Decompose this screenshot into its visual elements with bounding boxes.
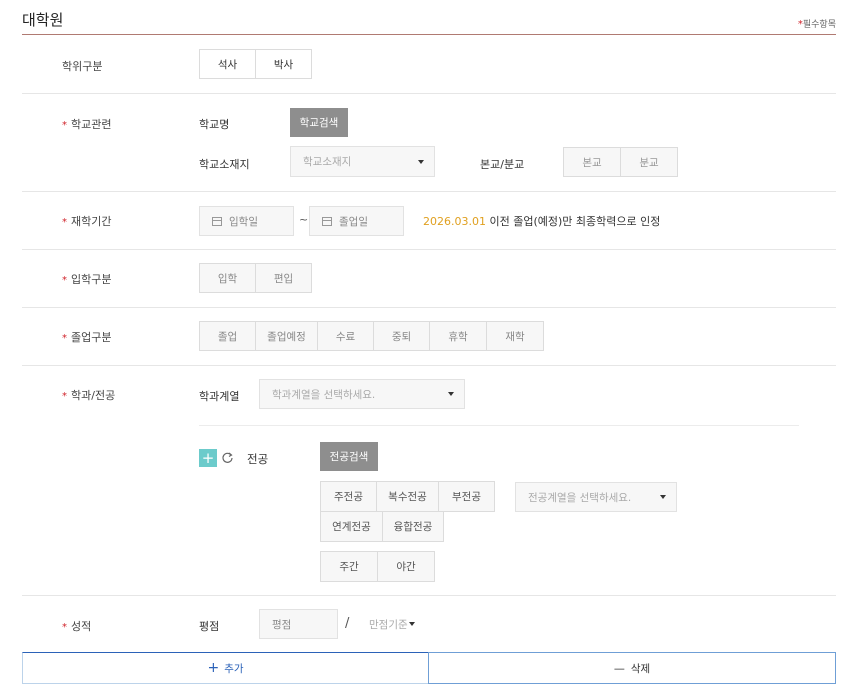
required-star: * bbox=[62, 333, 67, 344]
gpa-slash: / bbox=[345, 616, 350, 631]
school-label: * 학교관련 bbox=[62, 116, 111, 132]
chevron-down-icon bbox=[660, 495, 666, 499]
major-double-button[interactable]: 복수전공 bbox=[376, 481, 439, 512]
graduation-dropout-button[interactable]: 중퇴 bbox=[373, 321, 430, 351]
campus-main-button[interactable]: 본교 bbox=[563, 147, 621, 177]
period-note-date: 2026.03.01 bbox=[423, 215, 486, 228]
major-label-text: 학과/전공 bbox=[71, 389, 116, 402]
gpa-label: 평점 bbox=[199, 620, 220, 633]
start-date-input[interactable]: 입학일 bbox=[199, 206, 294, 236]
chevron-down-icon bbox=[448, 392, 454, 396]
major-field-label: 전공 bbox=[247, 452, 269, 466]
graduation-completed-button[interactable]: 수료 bbox=[317, 321, 374, 351]
major-category-select[interactable]: 전공계열을 선택하세요. bbox=[515, 482, 677, 512]
add-button[interactable]: + 추가 bbox=[22, 652, 429, 684]
required-star: * bbox=[62, 120, 67, 131]
grade-label: * 성적 bbox=[62, 618, 91, 634]
chevron-down-icon bbox=[409, 622, 415, 626]
start-date-placeholder: 입학일 bbox=[229, 215, 258, 228]
required-star: * bbox=[62, 275, 67, 286]
graduation-label-text: 졸업구분 bbox=[71, 331, 112, 344]
calendar-icon bbox=[322, 216, 332, 226]
campus-label: 본교/분교 bbox=[480, 158, 525, 171]
school-location-select[interactable]: 학교소재지 bbox=[290, 146, 435, 177]
add-button-label: 추가 bbox=[224, 662, 244, 675]
gpa-input[interactable]: 평점 bbox=[259, 609, 338, 639]
gpa-scale-select[interactable]: 만점기준 bbox=[359, 609, 424, 639]
grade-label-text: 성적 bbox=[71, 620, 92, 633]
period-label: * 재학기간 bbox=[62, 213, 111, 229]
major-search-button[interactable]: 전공검색 bbox=[320, 442, 378, 471]
row-divider bbox=[22, 191, 836, 192]
row-divider bbox=[22, 595, 836, 596]
required-star: * bbox=[62, 622, 67, 633]
required-note-label: 필수항목 bbox=[802, 20, 836, 30]
daytime-button[interactable]: 주간 bbox=[320, 551, 378, 582]
admission-transfer-button[interactable]: 편입 bbox=[255, 263, 312, 293]
title-divider bbox=[22, 34, 836, 35]
delete-button-label: 삭제 bbox=[630, 662, 651, 675]
row-divider bbox=[22, 249, 836, 250]
admission-label: * 입학구분 bbox=[62, 271, 111, 287]
campus-branch-button[interactable]: 분교 bbox=[620, 147, 678, 177]
minus-icon: — bbox=[613, 661, 625, 675]
row-divider bbox=[22, 307, 836, 308]
school-location-label: 학교소재지 bbox=[199, 158, 250, 171]
required-star: * bbox=[62, 217, 67, 228]
graduation-expected-button[interactable]: 졸업예정 bbox=[255, 321, 318, 351]
end-date-input[interactable]: 졸업일 bbox=[309, 206, 404, 236]
degree-label: 학위구분 bbox=[62, 60, 103, 73]
school-location-placeholder: 학교소재지 bbox=[303, 156, 352, 168]
major-minor-button[interactable]: 부전공 bbox=[438, 481, 495, 512]
gpa-scale-placeholder: 만점기준 bbox=[369, 618, 408, 631]
date-separator: ~ bbox=[299, 213, 309, 226]
school-name-label: 학교명 bbox=[199, 118, 230, 131]
add-major-icon[interactable]: + bbox=[199, 449, 217, 467]
period-label-text: 재학기간 bbox=[71, 215, 112, 228]
delete-button[interactable]: — 삭제 bbox=[428, 652, 836, 684]
inner-divider bbox=[199, 425, 799, 426]
major-label: * 학과/전공 bbox=[62, 387, 115, 403]
required-star: * bbox=[62, 391, 67, 402]
graduation-graduated-button[interactable]: 졸업 bbox=[199, 321, 256, 351]
degree-master-button[interactable]: 석사 bbox=[199, 49, 256, 79]
dept-select[interactable]: 학과계열을 선택하세요. bbox=[259, 379, 465, 409]
major-linked-button[interactable]: 연계전공 bbox=[320, 511, 383, 542]
degree-doctor-button[interactable]: 박사 bbox=[255, 49, 312, 79]
calendar-icon bbox=[212, 216, 222, 226]
end-date-placeholder: 졸업일 bbox=[339, 215, 368, 228]
major-convergence-button[interactable]: 융합전공 bbox=[382, 511, 444, 542]
major-category-placeholder: 전공계열을 선택하세요. bbox=[528, 491, 632, 504]
refresh-icon[interactable] bbox=[220, 449, 236, 467]
dept-label: 학과계열 bbox=[199, 390, 240, 403]
dept-placeholder: 학과계열을 선택하세요. bbox=[272, 388, 376, 401]
graduation-leave-button[interactable]: 휴학 bbox=[429, 321, 487, 351]
required-note: *필수항목 bbox=[798, 17, 836, 30]
plus-icon: + bbox=[207, 660, 220, 676]
row-divider bbox=[22, 93, 836, 94]
admission-label-text: 입학구분 bbox=[71, 273, 112, 286]
nighttime-button[interactable]: 야간 bbox=[377, 551, 435, 582]
section-title: 대학원 bbox=[22, 11, 64, 29]
row-divider bbox=[22, 365, 836, 366]
major-primary-button[interactable]: 주전공 bbox=[320, 481, 377, 512]
graduation-enrolled-button[interactable]: 재학 bbox=[486, 321, 544, 351]
chevron-down-icon bbox=[418, 159, 424, 164]
period-note: 2026.03.01 이전 졸업(예정)만 최종학력으로 인정 bbox=[423, 213, 660, 229]
graduation-label: * 졸업구분 bbox=[62, 329, 111, 345]
period-note-text: 이전 졸업(예정)만 최종학력으로 인정 bbox=[489, 215, 661, 228]
school-label-text: 학교관련 bbox=[71, 118, 112, 131]
school-search-button[interactable]: 학교검색 bbox=[290, 108, 348, 137]
admission-entry-button[interactable]: 입학 bbox=[199, 263, 256, 293]
